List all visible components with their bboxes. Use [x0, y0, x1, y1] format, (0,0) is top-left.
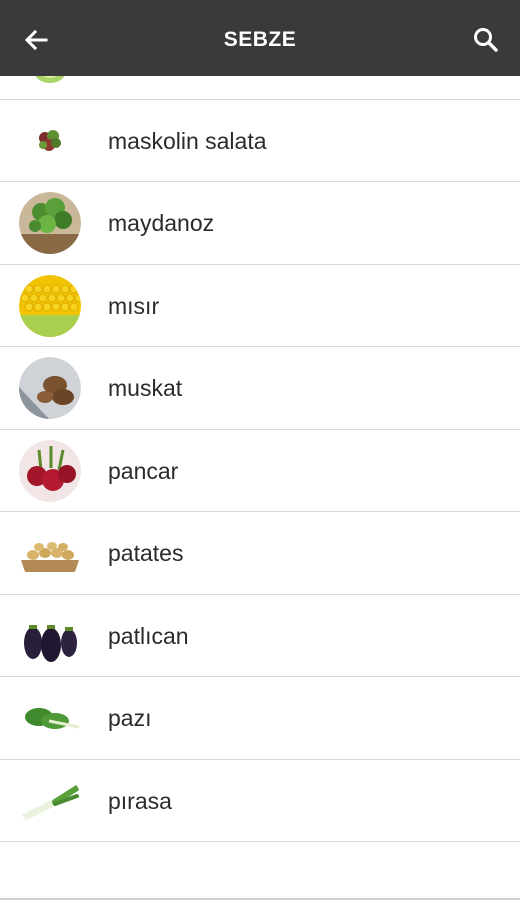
cabbage-thumbnail: [19, 76, 81, 89]
list-item-label: pancar: [108, 457, 179, 484]
list-item[interactable]: muskat: [0, 347, 520, 430]
vegetable-list[interactable]: maskolin salata maydanoz mısır muskat pa…: [0, 76, 520, 900]
back-button[interactable]: [18, 22, 54, 58]
list-item[interactable]: maydanoz: [0, 182, 520, 265]
corn-thumbnail: [19, 274, 81, 337]
app-bar: SEBZE: [0, 0, 520, 76]
list-item-label: mısır: [108, 292, 160, 319]
eggplant-thumbnail: [19, 604, 81, 667]
list-item[interactable]: maskolin salata: [0, 100, 520, 182]
list-item-label: patlıcan: [108, 622, 189, 649]
list-item[interactable]: [0, 76, 520, 100]
list-item-label: patates: [108, 540, 184, 566]
list-item[interactable]: pırasa: [0, 760, 520, 842]
search-button[interactable]: [468, 22, 504, 58]
chard-thumbnail: [19, 687, 81, 749]
list-item[interactable]: pazı: [0, 677, 520, 760]
mixed-salad-thumbnail: [19, 109, 81, 172]
list-item-label: maskolin salata: [108, 127, 267, 154]
list-item[interactable]: pancar: [0, 430, 520, 512]
list-item[interactable]: patates: [0, 512, 520, 595]
list-item-label: pazı: [108, 705, 152, 731]
list-item-label: pırasa: [108, 787, 172, 814]
potatoes-thumbnail: [19, 522, 81, 584]
list-item[interactable]: patlıcan: [0, 595, 520, 677]
page-title: SEBZE: [223, 28, 297, 51]
search-icon: [474, 28, 498, 52]
beetroot-thumbnail: [19, 439, 81, 502]
arrow-left-icon: [24, 29, 48, 51]
nutmeg-thumbnail: [19, 357, 81, 419]
leek-thumbnail: [19, 769, 81, 832]
parsley-thumbnail: [19, 192, 81, 254]
list-item[interactable]: mısır: [0, 265, 520, 347]
list-item-label: muskat: [108, 375, 183, 401]
list-item-label: maydanoz: [108, 210, 215, 236]
